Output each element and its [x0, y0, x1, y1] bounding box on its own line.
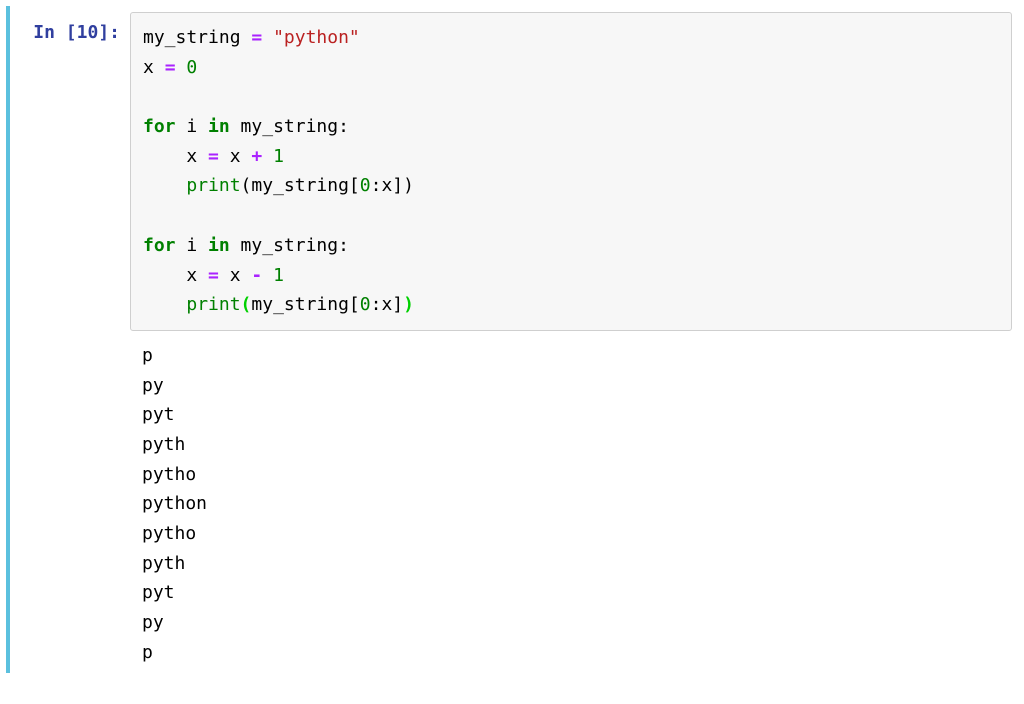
- code-line-6: print(my_string[0:x]): [143, 175, 414, 196]
- code-line-2: x = 0: [143, 57, 197, 78]
- code-line-1: my_string = "python": [143, 27, 360, 48]
- input-prompt: In [10]:: [10, 12, 130, 667]
- output-line: pyth: [142, 434, 185, 455]
- bracket-highlight-close: ): [403, 294, 414, 315]
- code-input[interactable]: my_string = "python" x = 0 for i in my_s…: [130, 12, 1012, 331]
- output-line: pytho: [142, 523, 196, 544]
- output-line: pyt: [142, 404, 175, 425]
- bracket-highlight-open: (: [241, 294, 252, 315]
- output-line: pyt: [142, 582, 175, 603]
- output-line: p: [142, 642, 153, 663]
- output-line: pyth: [142, 553, 185, 574]
- cell-output: p py pyt pyth pytho python pytho pyth py…: [130, 331, 1012, 668]
- output-line: py: [142, 612, 164, 633]
- code-line-4: for i in my_string:: [143, 116, 349, 137]
- prompt-label: In [10]:: [33, 22, 120, 43]
- output-line: py: [142, 375, 164, 396]
- output-line: pytho: [142, 464, 196, 485]
- cell-content: my_string = "python" x = 0 for i in my_s…: [130, 12, 1012, 667]
- code-line-5: x = x + 1: [143, 146, 284, 167]
- output-line: python: [142, 493, 207, 514]
- notebook-cell: In [10]: my_string = "python" x = 0 for …: [6, 6, 1018, 673]
- output-line: p: [142, 345, 153, 366]
- code-line-8: for i in my_string:: [143, 235, 349, 256]
- code-line-9: x = x - 1: [143, 265, 284, 286]
- code-line-10: print(my_string[0:x]): [143, 294, 414, 315]
